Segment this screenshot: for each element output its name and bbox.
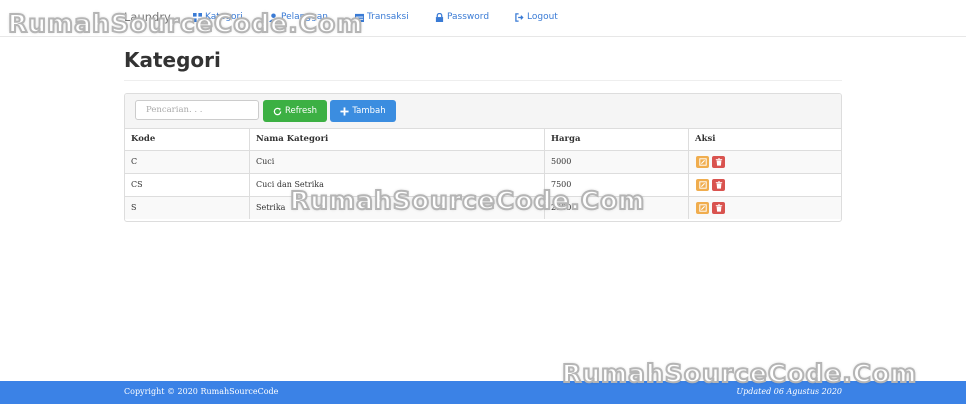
trash-icon	[715, 181, 722, 189]
cell-harga: 5000	[544, 151, 688, 173]
plus-icon	[340, 106, 349, 116]
nav-password[interactable]: Password	[435, 12, 489, 22]
refresh-button[interactable]: Refresh	[263, 100, 327, 122]
cell-nama: Cuci	[249, 151, 544, 173]
header-nama-kategori: Nama Kategori	[249, 128, 544, 150]
nav-kategori-label: Kategori	[205, 12, 243, 22]
nav-transaksi[interactable]: Transaksi	[355, 12, 409, 22]
refresh-label: Refresh	[284, 106, 318, 116]
cell-aksi	[688, 197, 841, 219]
table-row: S Setrika 2500	[125, 197, 841, 219]
edit-icon	[698, 158, 707, 166]
cell-aksi	[688, 174, 841, 196]
kategori-panel: Refresh Tambah Kode Nama Kategori Harga …	[124, 93, 842, 222]
search-input[interactable]	[135, 100, 259, 120]
lock-icon	[435, 12, 444, 22]
table-row: CS Cuci dan Setrika 7500	[125, 174, 841, 197]
trash-icon	[715, 204, 722, 212]
delete-button[interactable]	[712, 179, 725, 191]
add-label: Tambah	[352, 106, 386, 116]
top-navbar: Laundry Kategori Pelanggan Transaksi Pas…	[0, 0, 966, 37]
page-title: Kategori	[124, 48, 221, 72]
edit-button[interactable]	[696, 202, 709, 214]
edit-icon	[698, 181, 707, 189]
refresh-icon	[273, 107, 282, 115]
nav-password-label: Password	[447, 12, 490, 22]
nav-logout[interactable]: Logout	[515, 12, 558, 22]
brand-link[interactable]: Laundry	[124, 10, 171, 24]
edit-button[interactable]	[696, 179, 709, 191]
footer-updated: Updated 06 Agustus 2020	[736, 387, 842, 396]
cell-nama: Cuci dan Setrika	[249, 174, 544, 196]
cell-kode: S	[131, 203, 137, 212]
cell-aksi	[688, 151, 841, 173]
header-aksi: Aksi	[688, 128, 841, 150]
panel-toolbar: Refresh Tambah	[125, 94, 841, 129]
user-icon	[269, 12, 278, 22]
cell-kode: CS	[131, 180, 143, 189]
nav-kategori[interactable]: Kategori	[193, 12, 243, 22]
footer-copyright: Copyright © 2020 RumahSourceCode	[124, 387, 279, 396]
nav-pelanggan[interactable]: Pelanggan	[269, 12, 328, 22]
trash-icon	[715, 158, 722, 166]
calendar-icon	[355, 13, 364, 22]
title-divider	[124, 80, 842, 81]
cell-nama: Setrika	[249, 197, 544, 219]
edit-button[interactable]	[696, 156, 709, 168]
header-kode: Kode	[131, 134, 156, 144]
page-footer: Copyright © 2020 RumahSourceCode Updated…	[0, 381, 966, 404]
cell-harga: 2500	[544, 197, 688, 219]
kategori-table: Kode Nama Kategori Harga Aksi C Cuci 500…	[125, 128, 841, 219]
cell-kode: C	[131, 157, 138, 166]
table-header-row: Kode Nama Kategori Harga Aksi	[125, 128, 841, 151]
nav-pelanggan-label: Pelanggan	[281, 12, 329, 22]
edit-icon	[698, 204, 707, 212]
logout-icon	[515, 12, 524, 22]
table-row: C Cuci 5000	[125, 151, 841, 174]
grid-icon	[193, 12, 202, 22]
delete-button[interactable]	[712, 202, 725, 214]
add-button[interactable]: Tambah	[330, 100, 396, 122]
nav-logout-label: Logout	[527, 12, 558, 22]
nav-transaksi-label: Transaksi	[367, 12, 409, 22]
cell-harga: 7500	[544, 174, 688, 196]
delete-button[interactable]	[712, 156, 725, 168]
header-harga: Harga	[544, 128, 688, 150]
